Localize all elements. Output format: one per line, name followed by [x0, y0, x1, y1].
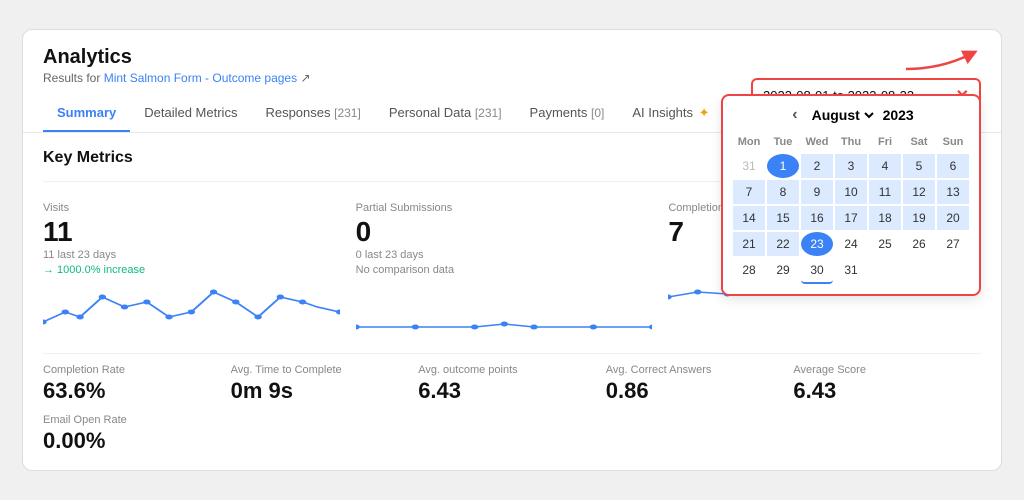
- cal-day-10[interactable]: 10: [835, 180, 867, 204]
- key-metrics-title: Key Metrics: [43, 149, 133, 167]
- subtitle-link[interactable]: Mint Salmon Form - Outcome pages: [104, 71, 297, 85]
- partial-subs-sub2: No comparison data: [356, 263, 653, 278]
- cal-day-1[interactable]: 1: [767, 154, 799, 178]
- cal-day-30[interactable]: 30: [801, 258, 833, 284]
- ai-star-icon: ✦: [699, 105, 710, 120]
- bottom-metrics-grid: Completion Rate 63.6% Avg. Time to Compl…: [43, 353, 981, 404]
- partial-subs-label: Partial Submissions: [356, 202, 653, 214]
- header: Analytics Results for Mint Salmon Form -…: [23, 30, 1001, 85]
- cal-day-25[interactable]: 25: [869, 232, 901, 256]
- cal-day-8[interactable]: 8: [767, 180, 799, 204]
- visits-value: 11: [43, 216, 340, 248]
- tab-summary[interactable]: Summary: [43, 95, 130, 132]
- cal-day-empty-2: [903, 258, 935, 284]
- cal-day-31-prev[interactable]: 31: [733, 154, 765, 178]
- cal-day-4[interactable]: 4: [869, 154, 901, 178]
- cal-day-empty-3: [937, 258, 969, 284]
- partial-subs-value: 0: [356, 216, 653, 248]
- cal-header-fri: Fri: [869, 132, 901, 152]
- subtitle: Results for Mint Salmon Form - Outcome p…: [43, 71, 311, 85]
- completion-rate-metric: Completion Rate 63.6%: [43, 364, 231, 404]
- cal-day-22[interactable]: 22: [767, 232, 799, 256]
- calendar-month-select[interactable]: August: [808, 106, 877, 124]
- avg-time-value: 0m 9s: [231, 378, 419, 404]
- red-arrow-icon: [901, 44, 981, 74]
- calendar-header: ‹ August 2023: [733, 106, 969, 124]
- cal-day-5[interactable]: 5: [903, 154, 935, 178]
- app-title: Analytics: [43, 46, 311, 69]
- visits-sparkline: [43, 282, 340, 332]
- main-container: Analytics Results for Mint Salmon Form -…: [22, 29, 1002, 472]
- cal-day-15[interactable]: 15: [767, 206, 799, 230]
- calendar-dropdown: ‹ August 2023 Mon Tue Wed Thu Fri Sat Su…: [721, 94, 981, 296]
- cal-day-6[interactable]: 6: [937, 154, 969, 178]
- tab-responses[interactable]: Responses [231]: [251, 95, 374, 132]
- cal-header-mon: Mon: [733, 132, 765, 152]
- visits-label: Visits: [43, 202, 340, 214]
- cal-day-26[interactable]: 26: [903, 232, 935, 256]
- cal-day-17[interactable]: 17: [835, 206, 867, 230]
- cal-day-3[interactable]: 3: [835, 154, 867, 178]
- email-rate-metric: Email Open Rate 0.00%: [43, 414, 981, 454]
- completion-rate-value: 63.6%: [43, 378, 231, 404]
- cal-day-7[interactable]: 7: [733, 180, 765, 204]
- tab-ai-insights[interactable]: AI Insights ✦: [618, 95, 723, 133]
- date-range-wrapper: 2023-08-01 to 2023-08-23 ✕ ‹ August 2023…: [751, 44, 981, 114]
- email-rate-label: Email Open Rate: [43, 414, 981, 426]
- visits-sub: 11 last 23 days → 1000.0% increase: [43, 248, 340, 279]
- calendar-grid: Mon Tue Wed Thu Fri Sat Sun 31 1 2 3 4 5…: [733, 132, 969, 284]
- completion-rate-label: Completion Rate: [43, 364, 231, 376]
- tab-detailed-metrics[interactable]: Detailed Metrics: [130, 95, 251, 132]
- avg-correct-metric: Avg. Correct Answers 0.86: [606, 364, 794, 404]
- cal-day-11[interactable]: 11: [869, 180, 901, 204]
- avg-score-label: Average Score: [793, 364, 981, 376]
- cal-day-13[interactable]: 13: [937, 180, 969, 204]
- partial-submissions-metric: Partial Submissions 0 0 last 23 days No …: [356, 192, 669, 338]
- external-link-icon: ↗: [300, 71, 310, 85]
- avg-outcome-metric: Avg. outcome points 6.43: [418, 364, 606, 404]
- avg-score-metric: Average Score 6.43: [793, 364, 981, 404]
- subtitle-prefix: Results for: [43, 71, 100, 85]
- tab-personal-data[interactable]: Personal Data [231]: [375, 95, 516, 132]
- cal-header-tue: Tue: [767, 132, 799, 152]
- cal-header-sun: Sun: [937, 132, 969, 152]
- cal-day-16[interactable]: 16: [801, 206, 833, 230]
- cal-day-9[interactable]: 9: [801, 180, 833, 204]
- avg-outcome-value: 6.43: [418, 378, 606, 404]
- tab-payments[interactable]: Payments [0]: [516, 95, 619, 132]
- visits-metric: Visits 11 11 last 23 days → 1000.0% incr…: [43, 192, 356, 338]
- calendar-prev-button[interactable]: ‹: [788, 106, 801, 124]
- avg-time-label: Avg. Time to Complete: [231, 364, 419, 376]
- cal-day-19[interactable]: 19: [903, 206, 935, 230]
- visits-sub1: 11 last 23 days: [43, 248, 340, 263]
- avg-outcome-label: Avg. outcome points: [418, 364, 606, 376]
- cal-day-21[interactable]: 21: [733, 232, 765, 256]
- cal-header-wed: Wed: [801, 132, 833, 152]
- avg-time-metric: Avg. Time to Complete 0m 9s: [231, 364, 419, 404]
- cal-day-27[interactable]: 27: [937, 232, 969, 256]
- cal-day-24[interactable]: 24: [835, 232, 867, 256]
- partial-subs-sub: 0 last 23 days No comparison data: [356, 248, 653, 279]
- partial-subs-sparkline: [356, 282, 653, 332]
- cal-day-31[interactable]: 31: [835, 258, 867, 284]
- cal-header-thu: Thu: [835, 132, 867, 152]
- arrow-container: [901, 44, 981, 74]
- cal-day-29[interactable]: 29: [767, 258, 799, 284]
- cal-day-empty-1: [869, 258, 901, 284]
- cal-day-12[interactable]: 12: [903, 180, 935, 204]
- cal-day-18[interactable]: 18: [869, 206, 901, 230]
- avg-correct-value: 0.86: [606, 378, 794, 404]
- cal-day-20[interactable]: 20: [937, 206, 969, 230]
- visits-sub2: → 1000.0% increase: [43, 263, 340, 278]
- partial-subs-sub1: 0 last 23 days: [356, 248, 653, 263]
- cal-header-sat: Sat: [903, 132, 935, 152]
- cal-day-14[interactable]: 14: [733, 206, 765, 230]
- cal-day-28[interactable]: 28: [733, 258, 765, 284]
- calendar-year: 2023: [883, 107, 914, 123]
- email-rate-value: 0.00%: [43, 428, 981, 454]
- cal-day-23[interactable]: 23: [801, 232, 833, 256]
- avg-correct-label: Avg. Correct Answers: [606, 364, 794, 376]
- avg-score-value: 6.43: [793, 378, 981, 404]
- cal-day-2[interactable]: 2: [801, 154, 833, 178]
